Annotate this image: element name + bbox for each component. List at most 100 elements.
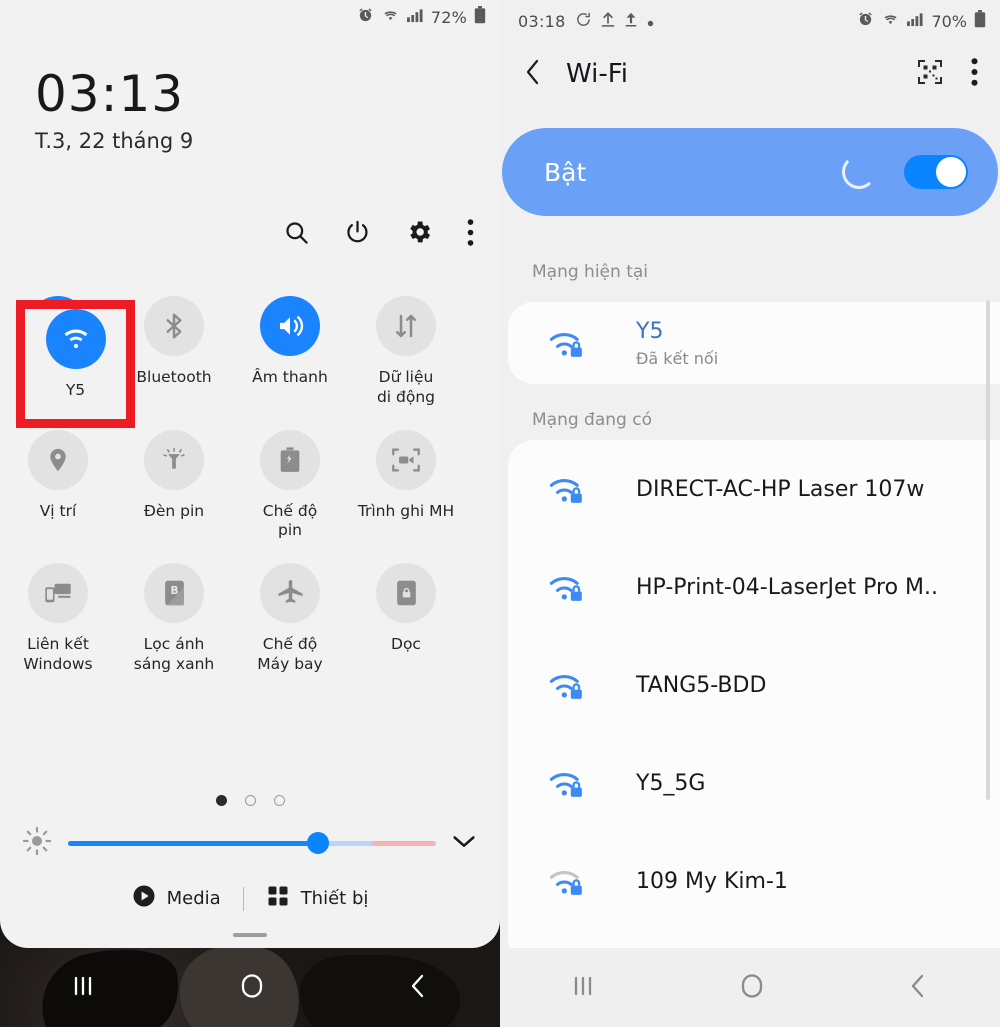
wifi-toggle-banner-wrap: Bật <box>500 128 1000 216</box>
tile-flashlight[interactable]: Đèn pin <box>116 429 232 542</box>
wifi-lock-icon <box>546 570 590 604</box>
left-status-bar: 72% <box>357 6 486 28</box>
tile-label: Chế độ pin <box>262 501 318 540</box>
tile-label: Y5 <box>65 381 86 399</box>
power-icon[interactable] <box>344 219 371 250</box>
network-name: 109 My Kim-1 <box>636 868 788 894</box>
network-name: DIRECT-AC-HP Laser 107w <box>636 476 925 502</box>
sound-icon <box>260 296 320 356</box>
battery-saver-icon <box>260 429 320 490</box>
signal-icon <box>907 12 924 31</box>
home-icon[interactable] <box>739 973 765 1003</box>
tile-link-to-windows[interactable]: Liên kết Windows <box>0 563 116 675</box>
battery-icon <box>974 10 986 32</box>
tile-rotation-lock[interactable]: Dọc <box>348 563 464 675</box>
wifi-toggle-switch[interactable] <box>904 155 968 189</box>
mobile-data-icon <box>376 296 436 356</box>
brightness-slider-knob[interactable] <box>307 832 330 854</box>
tile-wifi-highlighted[interactable]: Y5 <box>25 309 126 419</box>
tile-row-3: Liên kết Windows B Lọc ánh sáng xanh Chế… <box>0 563 500 697</box>
available-networks-list: DIRECT-AC-HP Laser 107w HP-Print-04-Lase… <box>508 440 1000 964</box>
network-name: HP-Print-04-LaserJet Pro M.. <box>636 574 939 600</box>
back-chevron-icon[interactable] <box>522 57 544 91</box>
page-dot-1[interactable] <box>215 795 227 806</box>
battery-percent-label: 70% <box>931 11 967 31</box>
tile-blue-light-filter[interactable]: B Lọc ánh sáng xanh <box>116 563 232 675</box>
tile-bluetooth[interactable]: Bluetooth <box>116 296 232 408</box>
dual-phone-screenshot: 72% 03:13 T.3, 22 tháng 9 Y5 Bluetooth Â… <box>0 0 1000 1027</box>
tile-label: Vị trí <box>39 501 77 520</box>
svg-text:B: B <box>170 585 178 597</box>
left-phone-quick-settings: 72% 03:13 T.3, 22 tháng 9 Y5 Bluetooth Â… <box>0 0 500 1027</box>
chevron-down-icon[interactable] <box>450 831 478 855</box>
page-dot-3[interactable] <box>273 795 285 806</box>
wifi-lock-icon <box>546 668 590 702</box>
alarm-icon <box>857 11 874 32</box>
media-button[interactable]: Media <box>132 884 221 913</box>
media-label: Media <box>166 888 221 909</box>
tile-label: Trình ghi MH <box>357 501 455 520</box>
recents-icon[interactable] <box>71 975 97 1001</box>
tile-label: Dữ liệu di động <box>376 368 436 406</box>
tile-mobile-data[interactable]: Dữ liệu di động <box>348 296 464 408</box>
home-icon[interactable] <box>239 973 265 1003</box>
page-indicator <box>0 795 500 806</box>
brightness-slider[interactable] <box>68 832 436 854</box>
quick-settings-header-icons <box>283 218 474 250</box>
devices-button[interactable]: Thiết bị <box>266 884 368 913</box>
tile-screen-recorder[interactable]: Trình ghi MH <box>348 429 464 542</box>
back-icon[interactable] <box>907 973 929 1003</box>
airplane-icon <box>260 563 320 624</box>
brightness-slider-row <box>0 826 500 860</box>
battery-percent-label: 72% <box>430 7 467 27</box>
tile-label: Lọc ánh sáng xanh <box>133 635 215 674</box>
battery-icon <box>474 6 486 28</box>
tile-battery-saver[interactable]: Chế độ pin <box>232 429 348 542</box>
list-item[interactable]: TANG5-BDD <box>508 636 1000 734</box>
current-network-name: Y5 <box>636 319 664 345</box>
wifi-lock-icon <box>546 864 590 898</box>
footer-divider <box>242 886 244 911</box>
recents-icon[interactable] <box>571 975 597 1001</box>
tile-sound[interactable]: Âm thanh <box>232 296 348 408</box>
bluetooth-icon <box>144 296 204 356</box>
list-item[interactable]: Y5_5G <box>508 734 1000 832</box>
current-network-status: Đã kết nối <box>636 348 719 368</box>
signal-icon <box>406 8 424 27</box>
tile-airplane-mode[interactable]: Chế độ Máy bay <box>232 563 348 675</box>
screen-recorder-icon <box>376 429 436 490</box>
lockscreen-clock: 03:13 T.3, 22 tháng 9 <box>35 68 193 153</box>
section-label-current-network: Mạng hiện tại <box>532 262 648 282</box>
current-network-card[interactable]: Y5 Đã kết nối <box>508 302 1000 384</box>
list-item[interactable]: DIRECT-AC-HP Laser 107w <box>508 440 1000 538</box>
tile-label: Liên kết Windows <box>23 635 93 674</box>
more-vert-icon[interactable] <box>467 218 474 250</box>
scrollbar[interactable] <box>986 300 990 800</box>
back-icon[interactable] <box>407 973 429 1003</box>
quick-settings-panel: 72% 03:13 T.3, 22 tháng 9 Y5 Bluetooth Â… <box>0 0 500 948</box>
panel-grabber[interactable] <box>233 933 267 937</box>
right-status-bar: 03:18 70% <box>500 6 1000 36</box>
clock-time: 03:13 <box>35 65 185 123</box>
page-title: Wi-Fi <box>566 59 629 89</box>
gear-icon[interactable] <box>405 218 433 250</box>
qr-code-icon[interactable] <box>917 59 943 89</box>
page-dot-2[interactable] <box>244 795 256 806</box>
list-item[interactable]: HP-Print-04-LaserJet Pro M.. <box>508 538 1000 636</box>
upload-filled-icon <box>624 11 638 32</box>
search-icon[interactable] <box>283 219 310 250</box>
dot-icon <box>647 12 654 31</box>
grid-icon <box>266 884 290 913</box>
brightness-icon <box>22 826 52 860</box>
tile-row-2: Vị trí Đèn pin Chế độ pin Trình ghi MH <box>0 429 500 564</box>
wifi-toggle-banner[interactable]: Bật <box>502 128 998 216</box>
tile-location[interactable]: Vị trí <box>0 429 116 542</box>
wifi-icon <box>45 309 106 369</box>
play-circle-icon <box>132 884 156 913</box>
more-vert-icon[interactable] <box>971 58 978 90</box>
wifi-toggle-label: Bật <box>544 157 587 187</box>
upload-outline-icon <box>601 11 615 32</box>
wifi-header: Wi-Fi <box>500 44 1000 104</box>
wifi-lock-icon <box>546 326 590 360</box>
list-item[interactable]: 109 My Kim-1 <box>508 832 1000 930</box>
